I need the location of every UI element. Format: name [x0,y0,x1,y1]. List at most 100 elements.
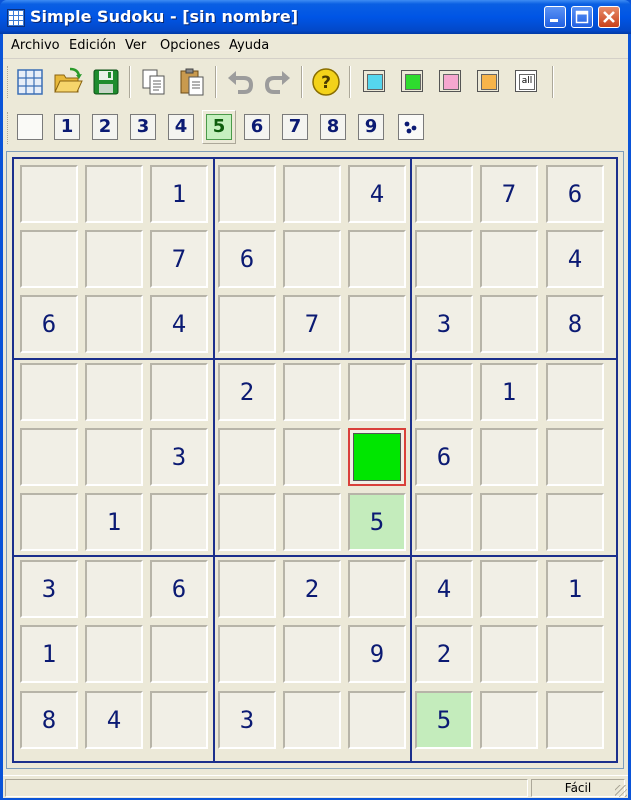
cell-r5-c8[interactable] [480,428,538,486]
cell-r3-c7[interactable]: 3 [415,295,473,353]
cell-r2-c3[interactable]: 7 [150,230,208,288]
cell-r8-c2[interactable] [85,625,143,683]
cell-r4-c2[interactable] [85,363,143,421]
cell-r7-c5[interactable]: 2 [283,560,341,618]
save-disk-icon[interactable] [90,66,122,98]
cell-r7-c1[interactable]: 3 [20,560,78,618]
candidates-button[interactable] [398,114,424,140]
cell-r8-c3[interactable] [150,625,208,683]
cell-r7-c6[interactable] [348,560,406,618]
menu-ver[interactable]: Ver [125,38,146,53]
cell-r9-c4[interactable]: 3 [218,691,276,749]
cell-r6-c8[interactable] [480,493,538,551]
number-button-clear[interactable] [17,114,43,140]
cell-r3-c6[interactable] [348,295,406,353]
cell-r3-c1[interactable]: 6 [20,295,78,353]
cell-r3-c3[interactable]: 4 [150,295,208,353]
cell-r1-c4[interactable] [218,165,276,223]
cell-r6-c4[interactable] [218,493,276,551]
cell-r6-c5[interactable] [283,493,341,551]
cell-r2-c1[interactable] [20,230,78,288]
cell-r1-c6[interactable]: 4 [348,165,406,223]
help-icon[interactable]: ? [310,66,342,98]
cell-r5-c9[interactable] [546,428,604,486]
cell-r8-c9[interactable] [546,625,604,683]
new-grid-icon[interactable] [14,66,46,98]
cell-r5-c7[interactable]: 6 [415,428,473,486]
cell-r2-c5[interactable] [283,230,341,288]
cell-r5-c1[interactable] [20,428,78,486]
cell-r4-c4[interactable]: 2 [218,363,276,421]
cell-r6-c7[interactable] [415,493,473,551]
cell-r8-c1[interactable]: 1 [20,625,78,683]
cell-r5-c3[interactable]: 3 [150,428,208,486]
cell-r3-c2[interactable] [85,295,143,353]
cell-r7-c7[interactable]: 4 [415,560,473,618]
cell-r1-c7[interactable] [415,165,473,223]
cell-r4-c7[interactable] [415,363,473,421]
redo-icon[interactable] [262,66,294,98]
all-colors-button[interactable]: all [515,70,537,92]
cell-r3-c8[interactable] [480,295,538,353]
number-button-4[interactable]: 4 [168,114,194,140]
cell-r7-c8[interactable] [480,560,538,618]
cell-r2-c7[interactable] [415,230,473,288]
maximize-button[interactable] [571,6,593,28]
cell-r6-c6[interactable]: 5 [348,493,406,551]
cell-r4-c5[interactable] [283,363,341,421]
green-swatch[interactable] [401,70,423,92]
toolbar-grip[interactable] [7,112,11,144]
orange-swatch[interactable] [477,70,499,92]
paste-icon[interactable] [176,66,208,98]
cell-r3-c5[interactable]: 7 [283,295,341,353]
cyan-swatch[interactable] [363,70,385,92]
number-button-7[interactable]: 7 [282,114,308,140]
cell-r9-c5[interactable] [283,691,341,749]
cell-r3-c4[interactable] [218,295,276,353]
menu-ayuda[interactable]: Ayuda [229,38,269,53]
cell-r2-c4[interactable]: 6 [218,230,276,288]
cell-r7-c4[interactable] [218,560,276,618]
cell-r7-c9[interactable]: 1 [546,560,604,618]
number-button-8[interactable]: 8 [320,114,346,140]
undo-icon[interactable] [224,66,256,98]
menu-opciones[interactable]: Opciones [160,38,220,53]
toolbar-grip[interactable] [7,66,11,98]
copy-icon[interactable] [138,66,170,98]
cell-r4-c3[interactable] [150,363,208,421]
pink-swatch[interactable] [439,70,461,92]
cell-r4-c9[interactable] [546,363,604,421]
cell-r4-c8[interactable]: 1 [480,363,538,421]
menu-edicin[interactable]: Edición [69,38,116,53]
cell-r8-c5[interactable] [283,625,341,683]
close-button[interactable] [598,6,620,28]
number-button-3[interactable]: 3 [130,114,156,140]
cell-r4-c1[interactable] [20,363,78,421]
cell-r5-c6[interactable] [348,428,406,486]
cell-r2-c2[interactable] [85,230,143,288]
title-bar[interactable]: Simple Sudoku - [sin nombre] [0,0,631,34]
cell-r6-c2[interactable]: 1 [85,493,143,551]
cell-r6-c1[interactable] [20,493,78,551]
cell-r5-c4[interactable] [218,428,276,486]
cell-r9-c9[interactable] [546,691,604,749]
cell-r8-c6[interactable]: 9 [348,625,406,683]
cell-r1-c5[interactable] [283,165,341,223]
cell-r1-c9[interactable]: 6 [546,165,604,223]
cell-r8-c8[interactable] [480,625,538,683]
minimize-button[interactable] [544,6,566,28]
number-button-2[interactable]: 2 [92,114,118,140]
number-button-6[interactable]: 6 [244,114,270,140]
cell-r2-c6[interactable] [348,230,406,288]
cell-r1-c2[interactable] [85,165,143,223]
cell-r8-c7[interactable]: 2 [415,625,473,683]
cell-r1-c8[interactable]: 7 [480,165,538,223]
cell-r5-c2[interactable] [85,428,143,486]
cell-r6-c3[interactable] [150,493,208,551]
cell-r6-c9[interactable] [546,493,604,551]
cell-r9-c7[interactable]: 5 [415,691,473,749]
cell-r9-c2[interactable]: 4 [85,691,143,749]
cell-r1-c3[interactable]: 1 [150,165,208,223]
cell-r9-c6[interactable] [348,691,406,749]
number-button-1[interactable]: 1 [54,114,80,140]
